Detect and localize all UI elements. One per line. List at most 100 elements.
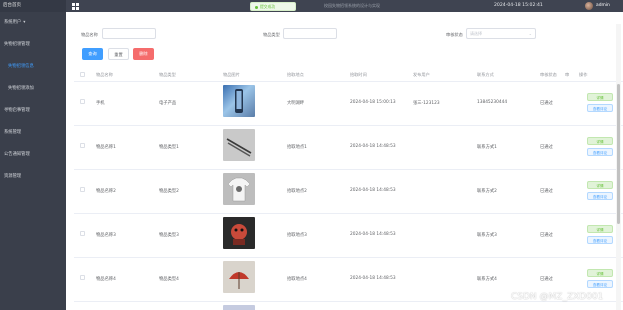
menu-grid-icon[interactable] [72, 3, 79, 10]
datetime: 2024-04-18 15:02:41 [494, 3, 543, 8]
item-image-pens[interactable] [223, 129, 255, 161]
sidebar-item-lost-notice[interactable]: 寻物启事管理 [0, 100, 66, 122]
cell-review-status: 已通过 [540, 101, 553, 106]
scrollbar-thumb[interactable] [617, 84, 620, 224]
detail-button[interactable]: 详情 [587, 93, 613, 101]
item-image-umbrella[interactable] [223, 261, 255, 293]
cell-contact: 联系方式1 [477, 145, 497, 150]
sidebar-item-lost-found-add[interactable]: 失物招领添加 [0, 78, 66, 100]
header-publisher: 发布用户 [413, 72, 430, 77]
table-row[interactable]: 手机 电子产品 大明湖畔 2024-04-18 15:00:13 张三-1231… [74, 82, 623, 126]
detail-button[interactable]: 详情 [587, 181, 613, 189]
cell-review-status: 已通过 [540, 233, 553, 238]
table-row[interactable]: 物品名称1 物品类型1 拾取地点1 2024-04-18 14:48:53 联系… [74, 126, 623, 170]
cell-review-status: 已通过 [540, 277, 553, 282]
vertical-scrollbar[interactable] [616, 24, 621, 310]
cell-item-type: 物品类型4 [159, 277, 179, 282]
cell-pick-time: 2024-04-18 14:48:53 [350, 144, 396, 149]
cell-item-type: 物品类型1 [159, 145, 179, 150]
pens-picture [226, 138, 252, 157]
main-content: 物品名称 物品类型 审核状态 请选择 ⌄ 查询 重置 删除 物品名称 物品类型 … [66, 12, 623, 310]
cell-item-type: 物品类型3 [159, 233, 179, 238]
row-checkbox[interactable] [80, 231, 85, 236]
delete-button[interactable]: 删除 [133, 48, 154, 60]
reset-button[interactable]: 重置 [108, 48, 129, 60]
phone-picture [235, 89, 243, 113]
cell-pick-time: 2024-04-18 15:00:13 [350, 100, 396, 105]
header-item-name: 物品名称 [96, 72, 113, 77]
sidebar-item-lost-found-info[interactable]: 失物招领信息 [0, 56, 66, 78]
item-image-partial [223, 305, 255, 310]
cell-pick-time: 2024-04-18 14:48:53 [350, 188, 396, 193]
item-image-phone[interactable] [223, 85, 255, 117]
cell-item-name: 物品名称1 [96, 145, 116, 150]
header-item-type: 物品类型 [159, 72, 176, 77]
view-comments-button[interactable]: 查看评论 [587, 104, 613, 112]
detail-button[interactable]: 详情 [587, 225, 613, 233]
header-review-status: 审核状态 [540, 72, 557, 77]
select-all-checkbox[interactable] [80, 72, 85, 77]
watermark: CSDN @MZ_ZXD001 [511, 292, 604, 302]
item-type-label: 物品类型 [263, 32, 280, 37]
row-checkbox[interactable] [80, 275, 85, 280]
sidebar-item-announcement[interactable]: 公告通知管理 [0, 144, 66, 166]
table-row-partial [74, 302, 623, 310]
cell-item-name: 物品名称2 [96, 189, 116, 194]
cell-item-name: 物品名称3 [96, 233, 116, 238]
view-comments-button[interactable]: 查看评论 [587, 148, 613, 156]
cell-pick-place: 拾取地点1 [287, 145, 307, 150]
sidebar: 后台首页 系统用户 ▾ 失物招领管理 失物招领信息 失物招领添加 寻物启事管理 系… [0, 0, 66, 310]
sidebar-item-system-users[interactable]: 系统用户 ▾ [0, 12, 66, 34]
top-bar: 提交成功 校园失物招领系统的设计与实现 2024-04-18 15:02:41 … [66, 0, 623, 12]
search-button[interactable]: 查询 [82, 48, 103, 60]
plush-picture [231, 224, 247, 245]
view-comments-button[interactable]: 查看评论 [587, 236, 613, 244]
umbrella-picture [229, 272, 249, 289]
chevron-down-icon: ⌄ [528, 31, 532, 36]
cell-contact: 联系方式2 [477, 189, 497, 194]
cell-pick-place: 大明湖畔 [287, 101, 305, 106]
detail-button[interactable]: 详情 [587, 269, 613, 277]
header-item-image: 物品图片 [223, 72, 240, 77]
cell-item-type: 物品类型2 [159, 189, 179, 194]
cell-review-status: 已通过 [540, 145, 553, 150]
cell-pick-place: 拾取地点2 [287, 189, 307, 194]
row-checkbox[interactable] [80, 143, 85, 148]
view-comments-button[interactable]: 查看评论 [587, 280, 613, 288]
row-checkbox[interactable] [80, 187, 85, 192]
detail-button[interactable]: 详情 [587, 137, 613, 145]
view-comments-button[interactable]: 查看评论 [587, 192, 613, 200]
table-header: 物品名称 物品类型 物品图片 拾取地点 拾取时间 发布用户 联系方式 审核状态 … [74, 68, 623, 82]
sidebar-item-system-manage[interactable]: 系统管理 [0, 122, 66, 144]
cell-pick-place: 拾取地点3 [287, 233, 307, 238]
sidebar-item-lost-found-manage[interactable]: 失物招领管理 [0, 34, 66, 56]
review-status-label: 审核状态 [446, 32, 463, 37]
success-toast: 提交成功 [250, 2, 296, 11]
header-pick-time: 拾取时间 [350, 72, 367, 77]
item-image-plush[interactable] [223, 217, 255, 249]
review-status-select[interactable]: 请选择 ⌄ [466, 28, 536, 39]
item-name-label: 物品名称 [81, 32, 98, 37]
username[interactable]: admin [596, 3, 610, 8]
table-row[interactable]: 物品名称2 物品类型2 拾取地点2 2024-04-18 14:48:53 联系… [74, 170, 623, 214]
item-image-tshirt[interactable] [223, 173, 255, 205]
cell-contact: 联系方式3 [477, 233, 497, 238]
item-type-input[interactable] [283, 28, 337, 39]
table-row[interactable]: 物品名称3 物品类型3 拾取地点3 2024-04-18 14:48:53 联系… [74, 214, 623, 258]
cell-review-status: 已通过 [540, 189, 553, 194]
avatar[interactable] [585, 2, 593, 10]
sidebar-brand[interactable]: 后台首页 [0, 0, 66, 12]
cell-publisher: 张三-123123 [413, 101, 440, 106]
cell-item-name: 手机 [96, 101, 105, 106]
cell-item-name: 物品名称4 [96, 277, 116, 282]
cell-pick-time: 2024-04-18 14:48:53 [350, 232, 396, 237]
sidebar-item-resources[interactable]: 资源管理 [0, 166, 66, 188]
row-checkbox[interactable] [80, 99, 85, 104]
chevron-down-icon: ▾ [23, 20, 26, 25]
item-name-input[interactable] [102, 28, 156, 39]
header-review: 审 [565, 72, 570, 77]
header-pick-place: 拾取地点 [287, 72, 304, 77]
cell-pick-time: 2024-04-18 14:48:53 [350, 276, 396, 281]
header-actions: 操作 [579, 72, 588, 77]
tshirt-picture [227, 177, 251, 202]
